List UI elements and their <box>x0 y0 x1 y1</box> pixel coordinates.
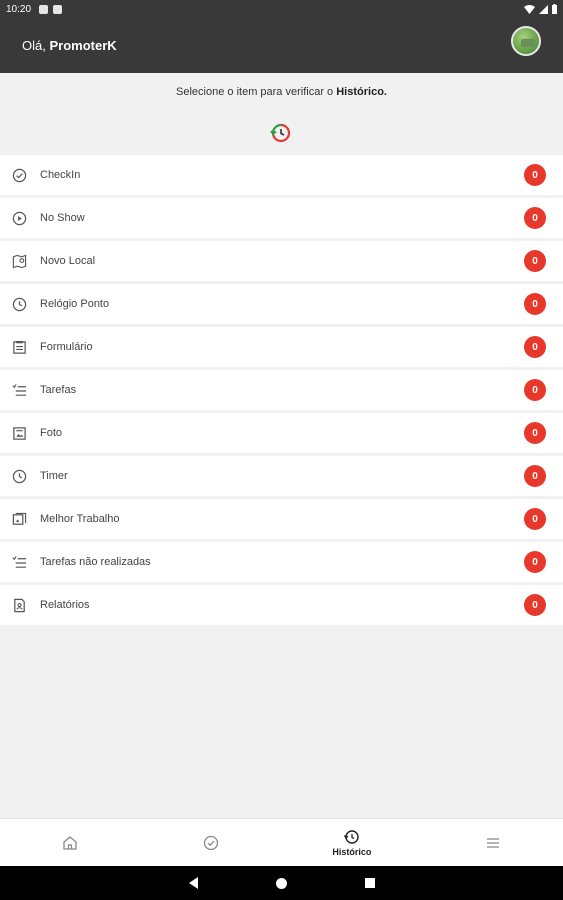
count-badge: 0 <box>524 594 546 616</box>
app-header: Olá, PromoterK <box>0 18 563 73</box>
report-icon <box>14 598 25 613</box>
count-badge: 0 <box>524 250 546 272</box>
list-item-novo-local[interactable]: Novo Local 0 <box>0 241 563 281</box>
tab-home[interactable] <box>0 819 141 866</box>
list-item-label: Novo Local <box>40 255 96 267</box>
count-badge: 0 <box>524 551 546 573</box>
signal-icon <box>539 4 548 14</box>
tab-historico[interactable]: Histórico <box>282 819 423 866</box>
tab-label: Histórico <box>332 846 372 857</box>
list-item-label: Melhor Trabalho <box>40 513 120 525</box>
list-item-tarefas-nao-realizadas[interactable]: Tarefas não realizadas 0 <box>0 542 563 582</box>
history-icon <box>343 829 359 844</box>
count-badge: 0 <box>524 422 546 444</box>
battery-icon <box>552 4 557 14</box>
list-item-label: CheckIn <box>40 169 81 181</box>
check-circle-icon <box>203 835 219 850</box>
home-icon <box>63 835 78 850</box>
best-work-icon <box>12 512 27 525</box>
greeting: Olá, PromoterK <box>22 38 117 53</box>
tab-menu[interactable] <box>422 819 563 866</box>
user-name: PromoterK <box>49 38 117 53</box>
intro-text: Selecione o item para verificar o Histór… <box>0 86 563 98</box>
task-list-icon <box>12 384 27 396</box>
tab-checkin[interactable] <box>141 819 282 866</box>
list-item-label: No Show <box>40 212 85 224</box>
history-list: CheckIn 0 No Show 0 Novo Local 0 Relógio… <box>0 155 563 628</box>
task-list-icon <box>12 556 27 568</box>
notification-icon <box>39 4 49 14</box>
count-badge: 0 <box>524 508 546 530</box>
intro-section: Selecione o item para verificar o Histór… <box>0 73 563 155</box>
menu-icon <box>486 837 499 848</box>
play-circle-icon <box>12 211 27 226</box>
bottom-nav: Histórico <box>0 818 563 866</box>
list-item-relogio-ponto[interactable]: Relógio Ponto 0 <box>0 284 563 324</box>
count-badge: 0 <box>524 293 546 315</box>
list-item-label: Tarefas não realizadas <box>40 556 151 568</box>
list-item-no-show[interactable]: No Show 0 <box>0 198 563 238</box>
list-item-label: Formulário <box>40 341 93 353</box>
home-button-icon[interactable] <box>275 877 287 889</box>
photo-icon <box>13 427 26 440</box>
count-badge: 0 <box>524 207 546 229</box>
count-badge: 0 <box>524 336 546 358</box>
list-item-tarefas[interactable]: Tarefas 0 <box>0 370 563 410</box>
greeting-prefix: Olá, <box>22 38 46 53</box>
list-item-label: Relógio Ponto <box>40 298 110 310</box>
list-item-foto[interactable]: Foto 0 <box>0 413 563 453</box>
status-bar: 10:20 <box>0 0 563 18</box>
list-item-relatorios[interactable]: Relatórios 0 <box>0 585 563 625</box>
list-item-melhor-trabalho[interactable]: Melhor Trabalho 0 <box>0 499 563 539</box>
intro-text-prefix: Selecione o item para verificar o <box>176 86 334 98</box>
list-item-timer[interactable]: Timer 0 <box>0 456 563 496</box>
status-time: 10:20 <box>6 3 32 15</box>
history-icon <box>270 123 291 143</box>
list-item-formulario[interactable]: Formulário 0 <box>0 327 563 367</box>
avatar[interactable] <box>511 26 541 56</box>
count-badge: 0 <box>524 164 546 186</box>
form-icon <box>13 340 26 354</box>
back-icon[interactable] <box>188 877 198 889</box>
map-pin-icon <box>12 254 27 269</box>
list-item-label: Tarefas <box>40 384 77 396</box>
timer-icon <box>12 469 27 484</box>
list-item-checkin[interactable]: CheckIn 0 <box>0 155 563 195</box>
count-badge: 0 <box>524 379 546 401</box>
list-item-label: Timer <box>40 470 68 482</box>
wifi-icon <box>524 4 535 14</box>
check-circle-icon <box>12 168 27 183</box>
sd-card-icon <box>53 4 63 14</box>
count-badge: 0 <box>524 465 546 487</box>
list-item-label: Relatórios <box>40 599 90 611</box>
recents-icon[interactable] <box>364 878 375 888</box>
system-navigation-bar <box>0 866 563 900</box>
intro-text-bold: Histórico. <box>336 86 387 98</box>
clock-icon <box>12 297 27 312</box>
list-item-label: Foto <box>40 427 63 439</box>
